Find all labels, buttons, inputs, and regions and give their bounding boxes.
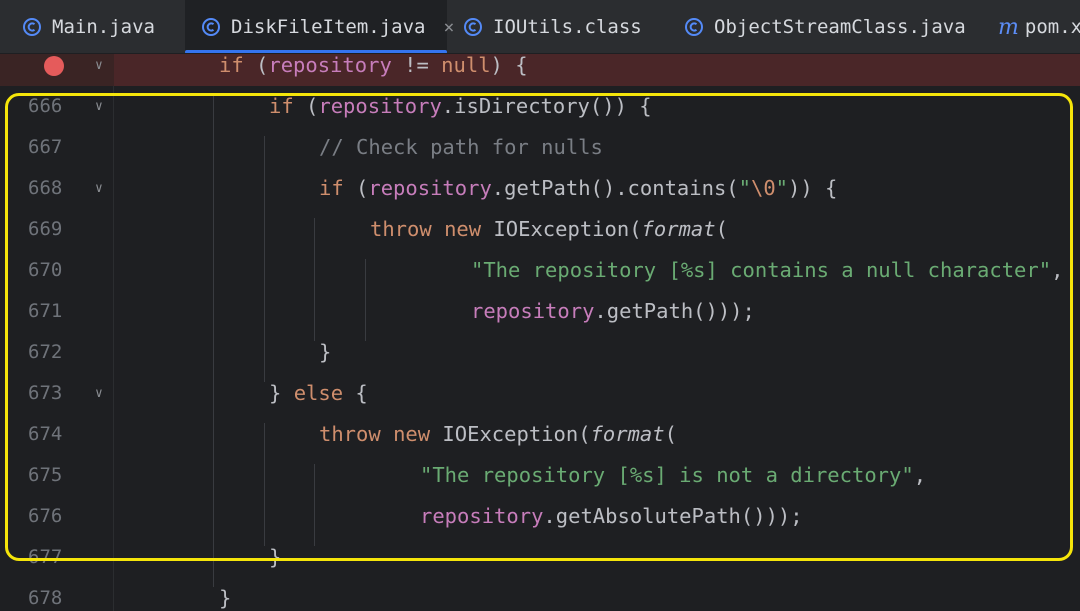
line-number: 671: [28, 300, 63, 322]
code-line: 676 repository.getAbsolutePath()));: [0, 496, 1080, 537]
code-line: 678 }: [0, 578, 1080, 611]
line-number: 672: [28, 341, 63, 363]
code-line: 666 ∨ if (repository.isDirectory()) {: [0, 86, 1080, 127]
code-line: 668 ∨ if (repository.getPath().contains(…: [0, 168, 1080, 209]
tab-label: ObjectStreamClass.java: [714, 16, 966, 38]
code-text: }: [269, 545, 282, 569]
tab-pom-xml[interactable]: m pom.xm: [998, 0, 1080, 53]
breakpoint-icon[interactable]: [44, 56, 64, 76]
code-line-breakpoint: ∨ if (repository != null) {: [0, 54, 1080, 86]
code-line: 671 repository.getPath()));: [0, 291, 1080, 332]
tab-ioutils-class[interactable]: IOUtils.class: [463, 0, 642, 53]
code-text: if (repository != null) {: [219, 54, 528, 77]
java-class-icon: [463, 17, 483, 37]
code-text: repository.getPath()));: [471, 299, 755, 323]
code-text: throw new IOException(format(: [370, 217, 728, 241]
close-icon[interactable]: ×: [443, 17, 454, 38]
code-text: if (repository.getPath().contains("\0"))…: [319, 176, 838, 200]
line-number: 675: [28, 464, 63, 486]
code-text: "The repository [%s] contains a null cha…: [471, 258, 1064, 282]
code-line: 677 }: [0, 537, 1080, 578]
line-number: 670: [28, 259, 63, 281]
line-number: 667: [28, 136, 63, 158]
tab-label: pom.xm: [1024, 16, 1080, 38]
code-text: throw new IOException(format(: [319, 422, 677, 446]
code-line: 669 throw new IOException(format(: [0, 209, 1080, 250]
code-comment: // Check path for nulls: [319, 135, 603, 159]
maven-icon: m: [998, 14, 1019, 40]
editor-tab-bar: Main.java DiskFileItem.java × IOUtils.cl…: [0, 0, 1080, 54]
java-class-icon: [684, 17, 704, 37]
line-number: 673: [28, 382, 63, 404]
line-number: 676: [28, 505, 63, 527]
line-number: 668: [28, 177, 63, 199]
code-editor[interactable]: ∨ if (repository != null) { 666 ∨ if (re…: [0, 54, 1080, 611]
code-line: 672 }: [0, 332, 1080, 373]
tab-label: Main.java: [52, 16, 155, 38]
line-number: 674: [28, 423, 63, 445]
java-class-icon: [201, 17, 221, 37]
code-line: 667 // Check path for nulls: [0, 127, 1080, 168]
code-line: 674 throw new IOException(format(: [0, 414, 1080, 455]
line-number: 678: [28, 587, 63, 609]
tab-diskfileitem-java[interactable]: DiskFileItem.java ×: [185, 0, 454, 53]
line-number: 677: [28, 546, 63, 568]
tab-objectstreamclass-java[interactable]: ObjectStreamClass.java: [684, 0, 966, 53]
chevron-down-icon[interactable]: ∨: [95, 168, 103, 209]
code-line: 675 "The repository [%s] is not a direct…: [0, 455, 1080, 496]
code-text: if (repository.isDirectory()) {: [269, 94, 652, 118]
code-text: }: [219, 586, 232, 610]
tab-label: IOUtils.class: [493, 16, 642, 38]
code-text: }: [319, 340, 332, 364]
code-text: repository.getAbsolutePath()));: [420, 504, 803, 528]
code-line: 670 "The repository [%s] contains a null…: [0, 250, 1080, 291]
line-number: 669: [28, 218, 63, 240]
code-text: } else {: [269, 381, 368, 405]
chevron-down-icon[interactable]: ∨: [95, 373, 103, 414]
chevron-down-icon[interactable]: ∨: [95, 54, 103, 86]
java-class-icon: [22, 17, 42, 37]
code-text: "The repository [%s] is not a directory"…: [420, 463, 927, 487]
code-line: 673 ∨ } else {: [0, 373, 1080, 414]
chevron-down-icon[interactable]: ∨: [95, 86, 103, 127]
line-number: 666: [28, 95, 63, 117]
tab-label: DiskFileItem.java: [231, 16, 426, 38]
tab-main-java[interactable]: Main.java: [22, 0, 155, 53]
